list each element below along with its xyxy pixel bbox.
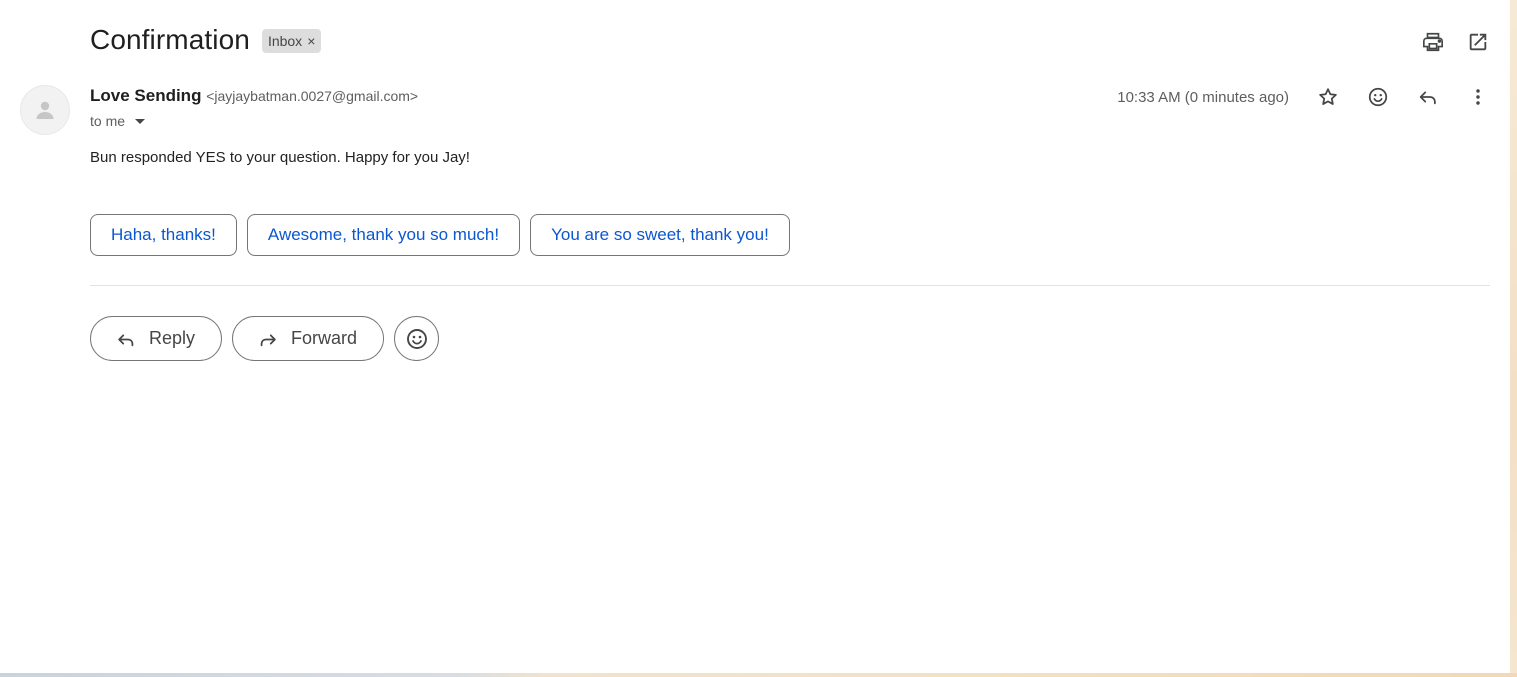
sender-avatar[interactable] xyxy=(20,85,70,135)
reply-button-label: Reply xyxy=(149,328,196,348)
emoji-icon xyxy=(406,328,427,349)
forward-button-label: Forward xyxy=(291,328,358,348)
smart-reply-button[interactable]: Haha, thanks! xyxy=(90,214,237,256)
sender-name[interactable]: Love Sending xyxy=(90,86,201,105)
add-reaction-button[interactable] xyxy=(394,316,440,361)
recipients-line: to me xyxy=(90,113,146,129)
thread-actions xyxy=(1421,30,1490,54)
message-timestamp: 10:33 AM (0 minutes ago) xyxy=(1117,88,1289,106)
smart-reply-button[interactable]: You are so sweet, thank you! xyxy=(530,214,790,256)
open-in-new-window-icon[interactable] xyxy=(1466,30,1490,54)
reply-button[interactable]: Reply xyxy=(90,316,223,361)
sender-line: Love Sending <jayjaybatman.0027@gmail.co… xyxy=(90,86,418,106)
email-subject: Confirmation xyxy=(90,24,250,55)
inbox-label-chip[interactable]: Inbox × xyxy=(261,29,322,53)
message-body: Bun responded YES to your question. Happ… xyxy=(90,149,470,166)
person-icon xyxy=(36,101,54,119)
more-vertical-icon[interactable] xyxy=(1466,85,1490,109)
print-all-icon[interactable] xyxy=(1421,30,1445,54)
reply-actions: Reply Forward xyxy=(90,316,440,361)
label-chip-text: Inbox xyxy=(267,33,303,49)
subject-row: Confirmation Inbox × xyxy=(90,24,322,56)
star-icon[interactable] xyxy=(1316,85,1340,109)
remove-label-icon[interactable]: × xyxy=(307,33,315,49)
divider xyxy=(90,285,1490,286)
recipient-text: to me xyxy=(90,113,126,129)
sender-email: <jayjaybatman.0027@gmail.com> xyxy=(206,88,419,104)
message-meta: 10:33 AM (0 minutes ago) xyxy=(1117,85,1490,109)
forward-arrow-icon xyxy=(260,333,276,346)
reply-icon[interactable] xyxy=(1416,85,1440,109)
email-view: Confirmation Inbox × Love Sending <jayja… xyxy=(0,0,1517,677)
wallpaper-edge xyxy=(1510,0,1517,677)
reply-arrow-icon xyxy=(118,333,134,346)
forward-button[interactable]: Forward xyxy=(232,316,385,361)
show-details-caret-icon[interactable] xyxy=(135,118,146,124)
wallpaper-bottom-edge xyxy=(0,673,1517,677)
smart-replies: Haha, thanks! Awesome, thank you so much… xyxy=(90,214,790,256)
message-actions xyxy=(1316,85,1490,109)
smart-reply-button[interactable]: Awesome, thank you so much! xyxy=(246,214,521,256)
emoji-reaction-icon[interactable] xyxy=(1366,85,1390,109)
